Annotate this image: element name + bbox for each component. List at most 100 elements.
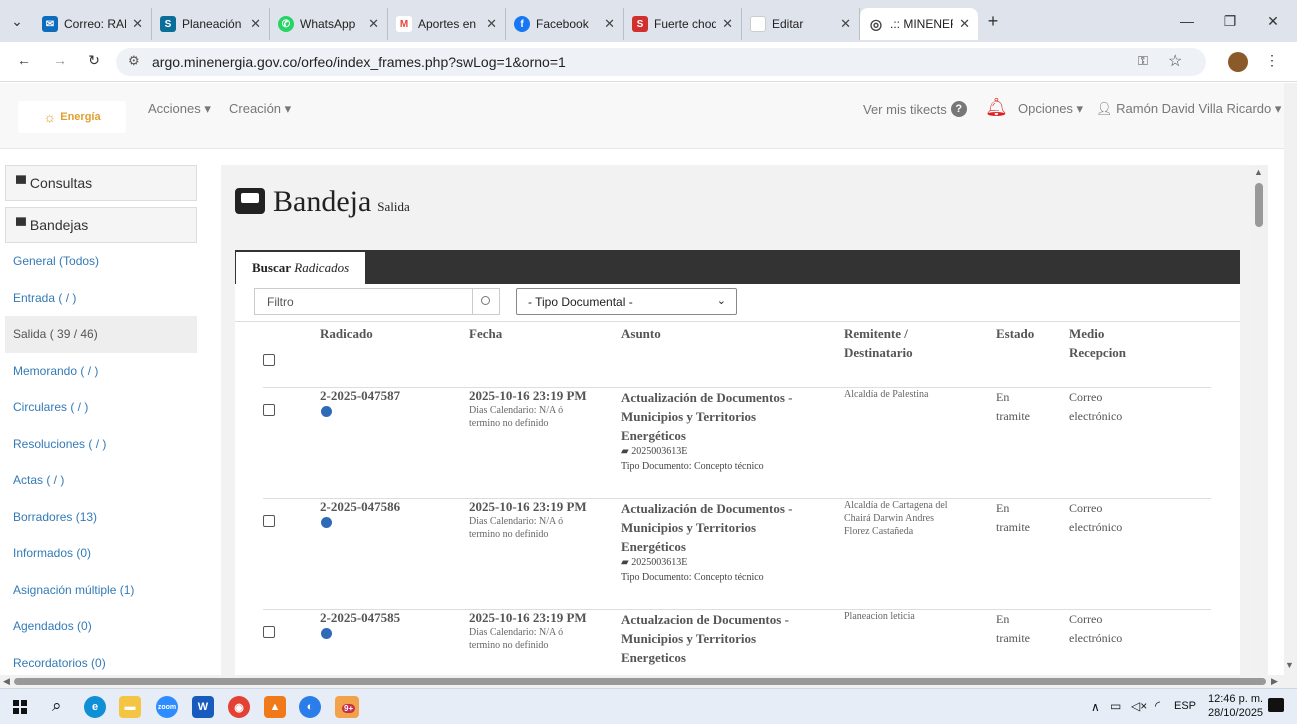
edge-icon[interactable]: e	[84, 696, 106, 718]
minimize-button[interactable]: —	[1172, 8, 1202, 34]
browser-tab[interactable]: S Planeación e ✕	[152, 8, 270, 40]
tab-search-icon[interactable]: ⌄	[0, 5, 34, 37]
forward-icon[interactable]: →	[50, 52, 70, 68]
browser-tab[interactable]: f Facebook ✕	[506, 8, 624, 40]
close-icon[interactable]: ✕	[250, 16, 261, 32]
windows-start-icon[interactable]	[13, 700, 27, 714]
address-bar[interactable]: ⚙ argo.minenergia.gov.co/orfeo/index_fra…	[116, 48, 1206, 76]
scrollbar-thumb[interactable]	[1255, 183, 1263, 227]
asunto-line[interactable]: Actualzacion de Documentos -	[621, 610, 789, 629]
network-icon[interactable]: ▭	[1110, 699, 1121, 713]
site-settings-icon[interactable]: ⚙	[128, 53, 140, 69]
sidebar-item-general[interactable]: General (Todos)	[5, 243, 197, 280]
zoom-icon[interactable]: zoom	[156, 696, 178, 718]
sidebar-item-recordatorios[interactable]: Recordatorios (0)	[5, 645, 197, 676]
content-scrollbar[interactable]: ▲	[1250, 165, 1268, 675]
sidebar-item-agendados[interactable]: Agendados (0)	[5, 608, 197, 645]
back-icon[interactable]: ←	[14, 52, 34, 68]
page-scroll-down-icon[interactable]: ▼	[1285, 660, 1294, 670]
sidebar-bandejas[interactable]: ▀ Bandejas	[5, 207, 197, 243]
scroll-right-icon[interactable]: ▶	[1271, 676, 1278, 687]
close-icon[interactable]: ✕	[604, 16, 615, 32]
page-scrollbar-top[interactable]	[1284, 83, 1297, 688]
filter-input[interactable]: Filtro	[254, 288, 473, 315]
browser-menu-icon[interactable]: ⋮	[1264, 52, 1280, 69]
sidebar-item-salida[interactable]: Salida ( 39 / 46)	[5, 316, 197, 353]
tray-chevron-icon[interactable]: ∧	[1091, 700, 1100, 714]
teams-icon[interactable]: 9+	[335, 696, 359, 718]
browser-tab-active[interactable]: ◎ .:: MINENER ✕	[860, 8, 978, 40]
close-icon[interactable]: ✕	[840, 16, 851, 32]
row-checkbox[interactable]	[263, 404, 275, 416]
asunto-line[interactable]: Actualización de Documentos -	[621, 388, 793, 407]
row-checkbox[interactable]	[263, 515, 275, 527]
profile-avatar[interactable]	[1228, 52, 1248, 72]
bookmark-star-icon[interactable]: ☆	[1168, 51, 1182, 71]
col-estado[interactable]: Estado	[996, 324, 1034, 343]
notifications-icon[interactable]	[1268, 698, 1284, 712]
horizontal-scrollbar-thumb[interactable]	[14, 678, 1266, 685]
select-all-checkbox[interactable]	[263, 354, 275, 366]
radicado-link[interactable]: 2-2025-047587	[320, 388, 400, 404]
asunto-line[interactable]: Actualización de Documentos -	[621, 499, 793, 518]
tipo-documental-select[interactable]: - Tipo Documental - ⌄	[516, 288, 737, 315]
scroll-up-icon[interactable]: ▲	[1254, 167, 1263, 177]
radicado-link[interactable]: 2-2025-047585	[320, 610, 400, 626]
clock[interactable]: 12:46 p. m. 28/10/2025	[1208, 692, 1263, 720]
restore-button[interactable]: ❐	[1215, 8, 1245, 34]
browser-tab[interactable]: Editar ✕	[742, 8, 860, 40]
word-icon[interactable]: W	[192, 696, 214, 718]
sidebar-item-borradores[interactable]: Borradores (13)	[5, 499, 197, 536]
radicado-link[interactable]: 2-2025-047586	[320, 499, 400, 515]
sidebar-consultas[interactable]: ▀ Consultas	[5, 165, 197, 201]
close-icon[interactable]: ✕	[368, 16, 379, 32]
reload-icon[interactable]: ↻	[84, 52, 104, 69]
horizontal-scrollbar[interactable]: ◀ ▶	[0, 675, 1284, 688]
file-explorer-icon[interactable]: ▬	[119, 696, 141, 718]
browser-tab[interactable]: ✉ Correo: RAM ✕	[34, 8, 152, 40]
close-icon[interactable]: ✕	[959, 16, 970, 32]
close-icon[interactable]: ✕	[486, 16, 497, 32]
app-orange-icon[interactable]: ▲	[264, 696, 286, 718]
asunto-line[interactable]: Energéticos	[621, 537, 793, 556]
sidebar-item-memorando[interactable]: Memorando ( / )	[5, 353, 197, 390]
acciones-menu[interactable]: Acciones ▾	[148, 101, 211, 117]
col-asunto[interactable]: Asunto	[621, 324, 661, 343]
close-icon[interactable]: ✕	[722, 16, 733, 32]
asunto-line[interactable]: Energéticos	[621, 426, 793, 445]
password-key-icon[interactable]: ⚿	[1138, 53, 1148, 69]
sidebar-item-informados[interactable]: Informados (0)	[5, 535, 197, 572]
tickets-link[interactable]: Ver mis tikects ?	[863, 101, 967, 117]
sidebar-item-entrada[interactable]: Entrada ( / )	[5, 280, 197, 317]
asunto-line[interactable]: Municipios y Territorios	[621, 629, 789, 648]
sidebar-item-circulares[interactable]: Circulares ( / )	[5, 389, 197, 426]
asunto-line[interactable]: Municipios y Territorios	[621, 407, 793, 426]
col-medio[interactable]: Medio Recepcion	[1069, 324, 1126, 362]
creacion-menu[interactable]: Creación ▾	[229, 101, 291, 117]
energia-logo[interactable]: ☼ Energía	[18, 101, 126, 133]
messenger-icon[interactable]: ◐	[299, 696, 321, 718]
close-icon[interactable]: ✕	[132, 16, 143, 32]
opciones-menu[interactable]: Opciones ▾	[1018, 101, 1083, 117]
sidebar-item-resoluciones[interactable]: Resoluciones ( / )	[5, 426, 197, 463]
browser-tab[interactable]: S Fuerte choqu ✕	[624, 8, 742, 40]
volume-muted-icon[interactable]: ◁×	[1131, 699, 1147, 713]
language-indicator[interactable]: ESP	[1174, 700, 1196, 712]
col-radicado[interactable]: Radicado	[320, 324, 373, 343]
asunto-line[interactable]: Municipios y Territorios	[621, 518, 793, 537]
expediente[interactable]: ▰ 2025003613E	[621, 445, 793, 458]
col-remitente[interactable]: Remitente / Destinatario	[844, 324, 913, 362]
new-tab-button[interactable]: +	[978, 5, 1008, 37]
chrome-icon[interactable]: ◉	[228, 696, 250, 718]
tab-buscar-radicados[interactable]: Buscar Radicados	[236, 252, 366, 284]
browser-tab[interactable]: ✆ WhatsApp ✕	[270, 8, 388, 40]
expediente[interactable]: ▰ 2025003613E	[621, 556, 793, 569]
search-button[interactable]	[472, 288, 500, 315]
search-icon[interactable]: ⌕	[52, 696, 62, 716]
user-menu[interactable]: 👤︎ Ramón David Villa Ricardo ▾	[1096, 101, 1281, 117]
asunto-line[interactable]: Energeticos	[621, 648, 789, 667]
sidebar-item-asignacion-multiple[interactable]: Asignación múltiple (1)	[5, 572, 197, 609]
browser-tab[interactable]: M Aportes en L ✕	[388, 8, 506, 40]
col-fecha[interactable]: Fecha	[469, 324, 502, 343]
row-checkbox[interactable]	[263, 626, 275, 638]
